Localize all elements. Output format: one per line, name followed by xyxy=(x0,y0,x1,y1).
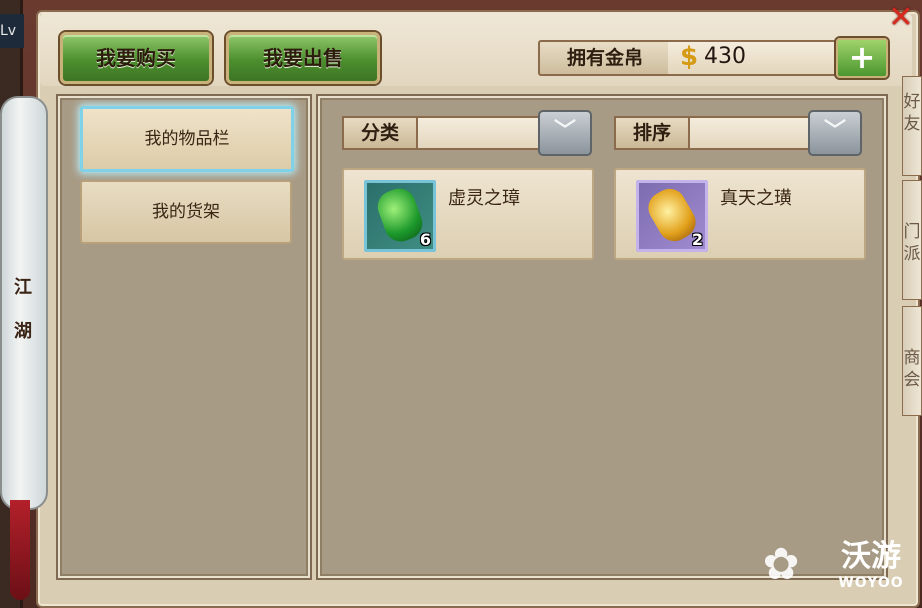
sidebar-item-inventory[interactable]: 我的物品栏 xyxy=(80,106,294,172)
item-card[interactable]: 6 虚灵之璋 xyxy=(342,168,594,260)
side-tab-friends[interactable]: 好友 xyxy=(902,76,922,176)
close-icon[interactable]: ✕ xyxy=(884,2,918,34)
jade-token-icon: 6 xyxy=(364,180,436,252)
level-badge: Lv xyxy=(0,14,24,48)
add-gold-button[interactable]: + xyxy=(836,38,888,78)
side-tab-sect[interactable]: 门派 xyxy=(902,180,922,300)
item-count: 6 xyxy=(419,230,431,249)
watermark: 沃游 WOYOO xyxy=(826,540,916,596)
jade-token-glyph xyxy=(373,184,427,246)
scroll-tab-label-line1: 江 xyxy=(14,277,32,298)
side-tab-guild[interactable]: 商会 xyxy=(902,306,922,416)
category-label: 分类 xyxy=(342,116,418,150)
woyoo-logo-icon: ✿ xyxy=(762,539,800,590)
sort-label: 排序 xyxy=(614,116,690,150)
gold-label: 拥有金帛 xyxy=(538,40,672,76)
category-dropdown[interactable] xyxy=(418,116,544,150)
gold-coin-icon: $ xyxy=(680,42,699,72)
buy-button[interactable]: 我要购买 xyxy=(60,32,212,84)
sort-chevron-down-icon[interactable]: ﹀ xyxy=(808,110,862,156)
sidebar-item-shelf[interactable]: 我的货架 xyxy=(80,180,292,244)
jianghu-scroll-tab[interactable]: 江 湖 xyxy=(0,96,48,510)
scroll-tab-label-line2: 湖 xyxy=(14,321,32,342)
gold-pendant-icon: 2 xyxy=(636,180,708,252)
item-name: 虚灵之璋 xyxy=(448,188,520,209)
category-chevron-down-icon[interactable]: ﹀ xyxy=(538,110,592,156)
tassel-decoration xyxy=(10,500,30,600)
watermark-en: WOYOO xyxy=(838,575,904,591)
scroll-tab-label: 江 湖 xyxy=(10,266,36,354)
sell-button[interactable]: 我要出售 xyxy=(226,32,380,84)
watermark-cn: 沃游 xyxy=(841,539,901,574)
item-name: 真天之璜 xyxy=(720,188,792,209)
item-card[interactable]: 2 真天之璜 xyxy=(614,168,866,260)
item-count: 2 xyxy=(691,230,703,249)
gold-value: 430 xyxy=(704,44,746,69)
sort-dropdown[interactable] xyxy=(690,116,816,150)
